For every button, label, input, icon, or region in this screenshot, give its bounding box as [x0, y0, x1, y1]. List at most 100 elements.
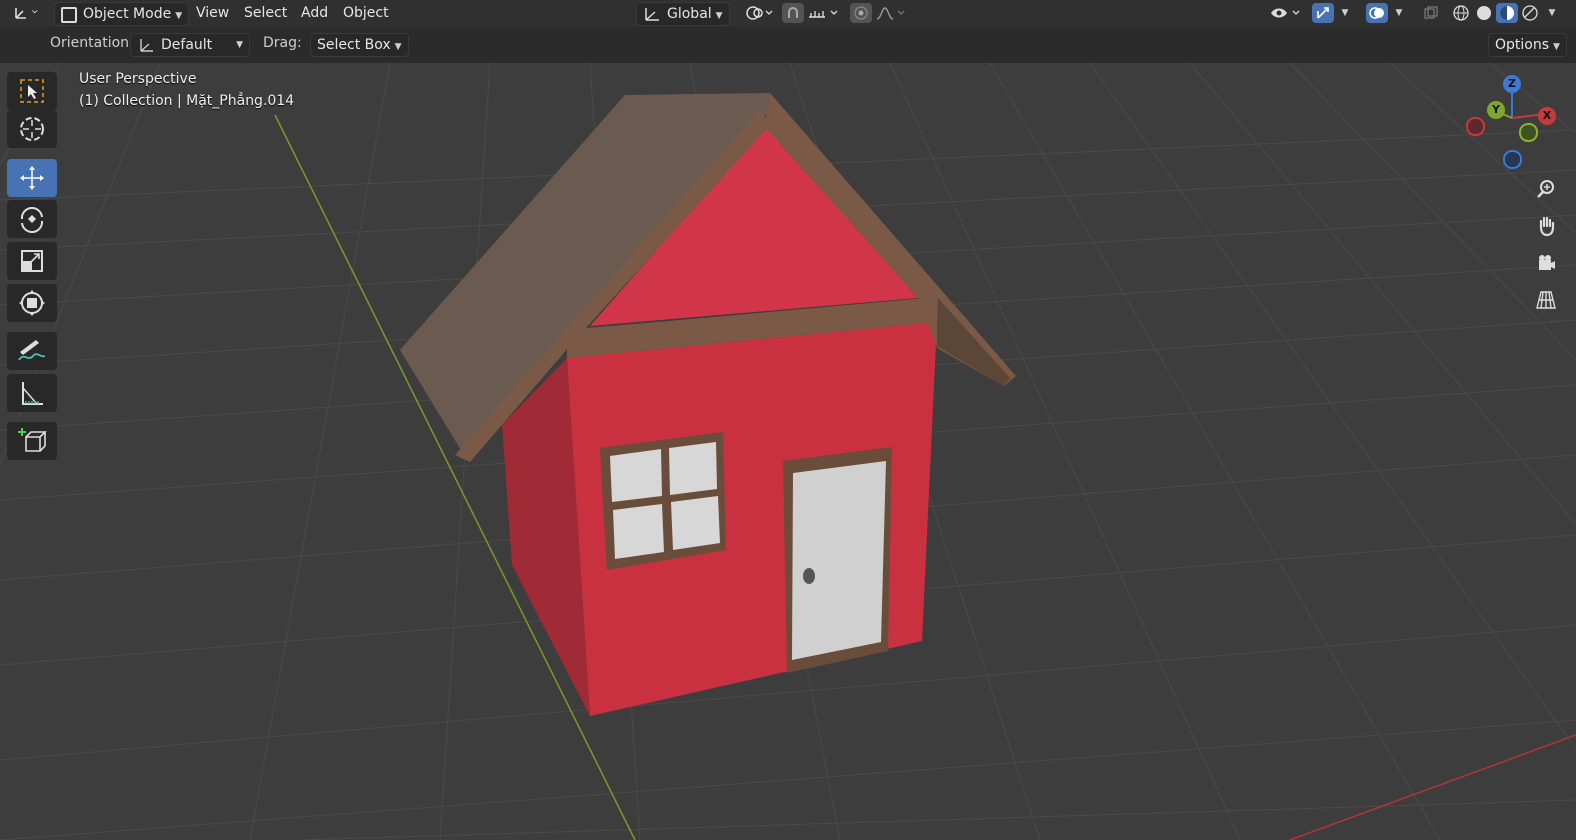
object-mode-icon [61, 7, 77, 23]
menu-view[interactable]: View [190, 2, 235, 24]
chevron-down-icon: ▼ [1395, 8, 1403, 18]
tool-cursor[interactable] [7, 110, 57, 148]
eye-icon [1271, 8, 1300, 18]
proportional-edit-toggle[interactable] [850, 3, 872, 23]
rotate-icon [20, 207, 44, 233]
camera-icon [1539, 255, 1555, 270]
xray-icon [1424, 6, 1438, 19]
overlays-toggle[interactable] [1366, 3, 1388, 23]
measure-icon [22, 382, 43, 405]
orientation-label: Global [667, 6, 712, 22]
transform-orientation-dropdown[interactable]: Global ▼ [636, 2, 730, 26]
mode-label: Object Mode [83, 6, 172, 22]
drag-label: Drag: [263, 35, 302, 51]
pan-button[interactable] [1530, 210, 1562, 242]
falloff-curve-icon [876, 7, 905, 20]
pivot-icon [746, 6, 773, 20]
grid-perspective-icon [1536, 291, 1556, 309]
snap-increment-icon [809, 10, 838, 18]
drag-value: Select Box [317, 37, 391, 53]
options-label: Options [1495, 37, 1550, 53]
material-sphere-icon [1500, 6, 1514, 20]
window-pane-br [671, 496, 720, 550]
xray-toggle[interactable] [1420, 3, 1442, 23]
chevron-down-icon: ▼ [1341, 8, 1349, 18]
window-pane-tr [669, 442, 717, 495]
zoom-button[interactable] [1530, 173, 1562, 205]
cursor-icon [20, 117, 44, 141]
annotate-icon [18, 340, 46, 361]
tool-scale[interactable] [7, 242, 57, 280]
proportional-falloff-dropdown[interactable] [874, 3, 908, 23]
object-visibility-dropdown[interactable] [1268, 3, 1306, 23]
orientation-axes-icon [140, 39, 153, 52]
door-panel [792, 461, 886, 660]
gizmo-neg-x-axis[interactable] [1466, 117, 1485, 136]
shading-solid-button[interactable] [1473, 3, 1495, 23]
pivot-point-button[interactable] [742, 3, 776, 23]
solid-sphere-icon [1477, 6, 1491, 20]
gizmo-y-axis[interactable]: Y [1487, 101, 1505, 119]
viewport-scene [0, 63, 1576, 840]
chevron-down-icon: ▼ [1548, 8, 1556, 18]
tool-move[interactable] [7, 159, 57, 197]
camera-view-button[interactable] [1530, 247, 1562, 279]
add-cube-icon [18, 428, 47, 452]
shading-rendered-button[interactable] [1519, 3, 1541, 23]
overlays-icon [1369, 7, 1384, 19]
menu-object[interactable]: Object [337, 2, 395, 24]
shading-dropdown[interactable]: ▼ [1543, 3, 1561, 23]
shading-material-button[interactable] [1496, 3, 1518, 23]
chevron-down-icon: ▼ [1553, 42, 1560, 52]
orientation-axes-icon [645, 8, 659, 21]
editor-type-button[interactable] [6, 2, 48, 24]
scale-icon [21, 250, 43, 272]
orientation-value: Default [161, 37, 213, 53]
tool-add-cube[interactable] [7, 422, 57, 460]
collection-info: (1) Collection | Mặt_Phẳng.014 [79, 93, 295, 109]
gizmo-z-axis[interactable]: Z [1503, 75, 1521, 93]
window-pane-bl [613, 504, 664, 559]
tool-select-box[interactable] [7, 72, 57, 110]
hand-icon [1539, 216, 1555, 237]
snap-target-dropdown[interactable] [806, 3, 842, 23]
gizmo-icon [1317, 7, 1329, 19]
shading-wireframe-button[interactable] [1450, 3, 1472, 23]
roof-right-shadow [937, 298, 1010, 386]
door-knob [803, 568, 815, 584]
projection-toggle-button[interactable] [1530, 284, 1562, 316]
snap-toggle[interactable] [782, 3, 804, 23]
gizmo-dropdown[interactable]: ▼ [1336, 3, 1354, 23]
rendered-sphere-icon [1522, 5, 1538, 21]
gizmo-x-axis[interactable]: X [1538, 107, 1556, 125]
view-name: User Perspective [79, 71, 197, 87]
orientation-dropdown[interactable]: Default ▼ [130, 33, 250, 57]
magnet-icon [788, 7, 798, 18]
3d-viewport[interactable] [0, 63, 1576, 840]
overlays-dropdown[interactable]: ▼ [1390, 3, 1408, 23]
menu-add[interactable]: Add [295, 2, 334, 24]
gizmo-toggle[interactable] [1312, 3, 1334, 23]
header-bar: Object Mode ▼ View Select Add Object Glob… [0, 0, 1576, 27]
chevron-down-icon: ▼ [236, 40, 243, 50]
move-icon [20, 166, 44, 190]
menu-select[interactable]: Select [238, 2, 293, 24]
tool-rotate[interactable] [7, 200, 57, 238]
3d-viewport-icon [15, 8, 38, 19]
tool-annotate[interactable] [7, 332, 57, 370]
gizmo-neg-z-axis[interactable] [1503, 150, 1522, 169]
wireframe-sphere-icon [1453, 5, 1469, 21]
chevron-down-icon: ▼ [175, 11, 183, 21]
options-dropdown[interactable]: Options ▼ [1488, 33, 1567, 57]
drag-dropdown[interactable]: Select Box ▼ [310, 33, 409, 57]
house-model[interactable] [400, 93, 1016, 716]
mode-dropdown[interactable]: Object Mode ▼ [54, 2, 190, 26]
navigation-gizmo[interactable]: Z Y X [1460, 72, 1570, 172]
tool-measure[interactable] [7, 374, 57, 412]
x-axis-line [1289, 734, 1576, 840]
select-box-icon [20, 79, 44, 103]
window-pane-tl [610, 449, 662, 502]
chevron-down-icon: ▼ [715, 11, 723, 21]
gizmo-neg-y-axis[interactable] [1519, 123, 1538, 142]
tool-transform[interactable] [7, 284, 57, 322]
